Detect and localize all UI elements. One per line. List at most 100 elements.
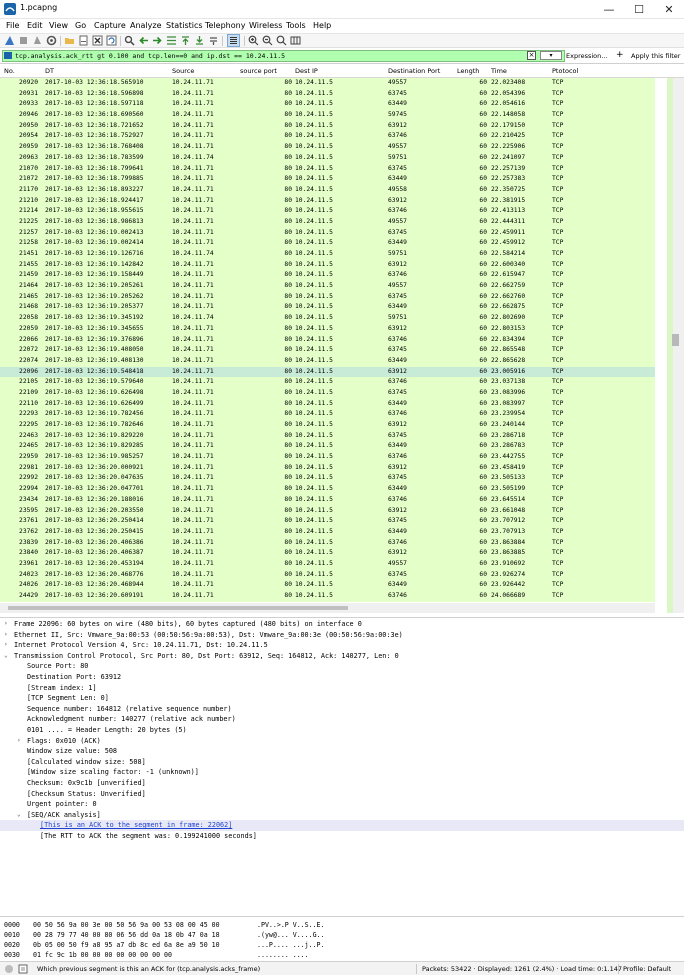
packet-row[interactable]: 21072 2017-10-03 12:36:18.799885 10.24.11.… <box>0 174 655 185</box>
collapse-chevron-icon[interactable]: ⌄ <box>4 651 8 662</box>
packet-row[interactable]: 22096 2017-10-03 12:36:19.548418 10.24.11.… <box>0 366 655 378</box>
detail-tree-row[interactable]: Sequence number: 164812 (relative sequen… <box>0 704 684 715</box>
detail-tree-row[interactable]: ⌄ Transmission Control Protocol, Src Port… <box>0 651 684 662</box>
menu-file[interactable]: File <box>6 21 19 30</box>
packet-row[interactable]: 22293 2017-10-03 12:36:19.782456 10.24.11.… <box>0 409 655 420</box>
capture-comment-icon[interactable] <box>18 964 28 974</box>
packet-row[interactable]: 20954 2017-10-03 12:36:18.752927 10.24.11.… <box>0 131 655 143</box>
packet-row[interactable]: 21170 2017-10-03 12:36:18.893227 10.24.11.… <box>0 184 655 196</box>
clear-filter-button[interactable]: × <box>527 51 536 60</box>
back-arrow-icon[interactable] <box>138 35 149 46</box>
column-header-time[interactable]: Time <box>491 67 507 75</box>
packet-row[interactable]: 21070 2017-10-03 12:36:18.799641 10.24.11.… <box>0 163 655 175</box>
first-packet-icon[interactable] <box>180 35 191 46</box>
packet-row[interactable]: 23761 2017-10-03 12:36:20.250414 10.24.11.… <box>0 516 655 527</box>
expand-chevron-icon[interactable]: › <box>4 640 8 651</box>
zoom-in-icon[interactable] <box>248 35 259 46</box>
detail-tree-row[interactable]: [Calculated window size: 508] <box>0 757 684 768</box>
detail-tree-row[interactable]: Checksum: 0x9c1b [unverified] <box>0 778 684 789</box>
packet-row[interactable]: 20963 2017-10-03 12:36:18.783599 10.24.11.… <box>0 152 655 164</box>
menu-edit[interactable]: Edit <box>27 21 43 30</box>
packet-row[interactable]: 22066 2017-10-03 12:36:19.376896 10.24.11.… <box>0 334 655 346</box>
detail-link-text[interactable]: [This is an ACK to the segment in frame:… <box>40 820 232 831</box>
packet-list-horizontal-scrollbar[interactable] <box>0 603 655 613</box>
expand-chevron-icon[interactable]: › <box>17 736 21 747</box>
column-header-no[interactable]: No. <box>4 67 15 75</box>
display-filter-input[interactable]: tcp.analysis.ack_rtt gt 0.100 and tcp.le… <box>2 50 565 62</box>
menu-telephony[interactable]: Telephony <box>205 21 245 30</box>
profile-label[interactable]: Profile: Default <box>623 965 671 973</box>
resize-columns-icon[interactable] <box>290 35 301 46</box>
column-header-protocol[interactable]: Ptotocol <box>552 67 578 75</box>
column-header-dt[interactable]: DT <box>45 67 54 75</box>
menu-capture[interactable]: Capture <box>94 21 126 30</box>
packet-row[interactable]: 21468 2017-10-03 12:36:19.205377 10.24.11.… <box>0 302 655 314</box>
save-icon[interactable] <box>78 35 89 46</box>
packet-row[interactable]: 24429 2017-10-03 12:36:20.609191 10.24.11.… <box>0 591 655 602</box>
column-header-destination-port[interactable]: Destination Port <box>388 67 440 75</box>
autoscroll-icon[interactable] <box>208 35 219 46</box>
packet-row[interactable]: 22981 2017-10-03 12:36:20.000921 10.24.11.… <box>0 462 655 474</box>
packet-row[interactable]: 20931 2017-10-03 12:36:18.596898 10.24.11.… <box>0 88 655 100</box>
close-icon[interactable]: ✕ <box>654 0 684 19</box>
packet-row[interactable]: 21210 2017-10-03 12:36:18.924417 10.24.11.… <box>0 195 655 207</box>
menu-statistics[interactable]: Statistics <box>166 21 203 30</box>
packet-row[interactable]: 20950 2017-10-03 12:36:18.721652 10.24.11.… <box>0 120 655 132</box>
detail-tree-row[interactable]: Source Port: 80 <box>0 661 684 672</box>
packet-row[interactable]: 24026 2017-10-03 12:36:20.468944 10.24.11.… <box>0 580 655 591</box>
zoom-out-icon[interactable] <box>262 35 273 46</box>
forward-arrow-icon[interactable] <box>152 35 163 46</box>
packet-row[interactable]: 20946 2017-10-03 12:36:18.690560 10.24.11.… <box>0 110 655 121</box>
options-gear-icon[interactable] <box>46 35 57 46</box>
detail-tree-row[interactable]: ⌄ [SEQ/ACK analysis] <box>0 810 684 821</box>
detail-tree-row[interactable]: [This is an ACK to the segment in frame:… <box>0 820 684 831</box>
detail-tree-row[interactable]: [Checksum Status: Unverified] <box>0 789 684 800</box>
close-file-icon[interactable] <box>92 35 103 46</box>
detail-tree-row[interactable]: › Internet Protocol Version 4, Src: 10.24… <box>0 640 684 651</box>
packet-row[interactable]: 22105 2017-10-03 12:36:19.579640 10.24.11.… <box>0 377 655 388</box>
menu-tools[interactable]: Tools <box>286 21 306 30</box>
detail-tree-row[interactable]: › Frame 22096: 60 bytes on wire (480 bits… <box>0 619 684 630</box>
packet-row[interactable]: 22109 2017-10-03 12:36:19.626498 10.24.11.… <box>0 387 655 399</box>
collapse-chevron-icon[interactable]: ⌄ <box>17 810 21 821</box>
packet-row[interactable]: 22072 2017-10-03 12:36:19.408050 10.24.11.… <box>0 345 655 356</box>
packet-row[interactable]: 21225 2017-10-03 12:36:18.986813 10.24.11.… <box>0 216 655 228</box>
packet-row[interactable]: 23595 2017-10-03 12:36:20.203550 10.24.11.… <box>0 505 655 517</box>
column-header-source[interactable]: Source <box>172 67 194 75</box>
colorize-icon[interactable] <box>227 34 240 47</box>
packet-row[interactable]: 22465 2017-10-03 12:36:19.829285 10.24.11.… <box>0 441 655 453</box>
apply-filter-button[interactable]: Apply this filter <box>631 52 680 60</box>
packet-row[interactable]: 22058 2017-10-03 12:36:19.345192 10.24.11.… <box>0 313 655 324</box>
packet-row[interactable]: 22463 2017-10-03 12:36:19.829220 10.24.11.… <box>0 430 655 442</box>
menu-view[interactable]: View <box>49 21 68 30</box>
packet-row[interactable]: 22959 2017-10-03 12:36:19.985257 10.24.11.… <box>0 452 655 463</box>
filter-bookmark-icon[interactable] <box>4 52 12 59</box>
detail-tree-row[interactable]: [Window size scaling factor: -1 (unknown… <box>0 767 684 778</box>
vertical-scrollbar-thumb[interactable] <box>672 334 679 346</box>
detail-tree-row[interactable]: Destination Port: 63912 <box>0 672 684 683</box>
packet-row[interactable]: 22994 2017-10-03 12:36:20.047701 10.24.11.… <box>0 484 655 495</box>
maximize-icon[interactable]: ☐ <box>624 0 654 19</box>
packet-row[interactable]: 23961 2017-10-03 12:36:20.453194 10.24.11.… <box>0 558 655 570</box>
detail-tree-row[interactable]: Urgent pointer: 0 <box>0 799 684 810</box>
find-icon[interactable] <box>124 35 135 46</box>
packet-row[interactable]: 22059 2017-10-03 12:36:19.345655 10.24.11.… <box>0 323 655 335</box>
minimize-icon[interactable]: — <box>594 0 624 19</box>
go-to-packet-icon[interactable] <box>166 35 177 46</box>
packet-row[interactable]: 23434 2017-10-03 12:36:20.188016 10.24.11.… <box>0 494 655 506</box>
menu-analyze[interactable]: Analyze <box>130 21 162 30</box>
packet-row[interactable]: 21455 2017-10-03 12:36:19.142842 10.24.11.… <box>0 259 655 271</box>
horizontal-scrollbar-thumb[interactable] <box>8 606 348 610</box>
shark-fin-start-icon[interactable] <box>4 35 15 46</box>
packet-row[interactable]: 20920 2017-10-03 12:36:18.565910 10.24.11.… <box>0 78 655 89</box>
restart-icon[interactable] <box>32 35 43 46</box>
column-header-source-port[interactable]: source port <box>240 67 277 75</box>
packet-row[interactable]: 22992 2017-10-03 12:36:20.047635 10.24.11.… <box>0 473 655 485</box>
packet-row[interactable]: 23839 2017-10-03 12:36:20.406386 10.24.11.… <box>0 537 655 549</box>
expand-chevron-icon[interactable]: › <box>4 619 8 630</box>
menu-help[interactable]: Help <box>313 21 331 30</box>
packet-row[interactable]: 23762 2017-10-03 12:36:20.250415 10.24.11.… <box>0 526 655 538</box>
detail-tree-row[interactable]: [The RTT to ACK the segment was: 0.19924… <box>0 831 684 842</box>
filter-history-dropdown[interactable]: ▾ <box>540 51 562 60</box>
packet-row[interactable]: 21451 2017-10-03 12:36:19.126716 10.24.11.… <box>0 249 655 260</box>
